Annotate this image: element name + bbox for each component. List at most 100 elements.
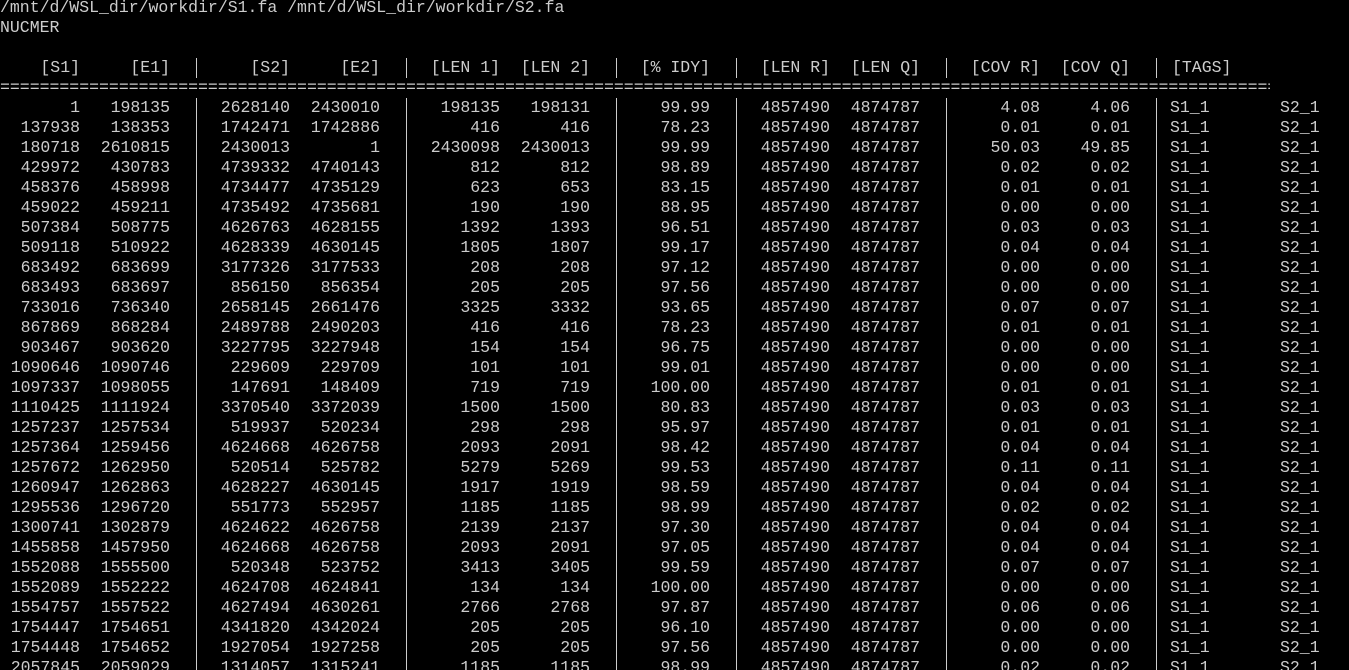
column-separator	[946, 118, 947, 138]
table-cell: 0.11	[1090, 458, 1130, 477]
column-separator	[196, 558, 197, 578]
column-separator	[1156, 258, 1157, 278]
column-separator	[946, 418, 947, 438]
column-separator	[736, 58, 737, 78]
column-separator	[406, 418, 407, 438]
column-separator	[196, 158, 197, 178]
table-cell: 0.07	[1090, 298, 1130, 317]
table-cell: S2_1	[1280, 658, 1320, 670]
column-separator	[616, 358, 617, 378]
column-separator	[406, 198, 407, 218]
table-cell: S2_1	[1280, 98, 1320, 117]
terminal-window[interactable]: /mnt/d/WSL_dir/workdir/S1.fa /mnt/d/WSL_…	[0, 0, 1349, 670]
column-separator	[736, 478, 737, 498]
table-row: 683493 683697 856150 856354 205 205 97.56 48574…	[0, 278, 1349, 298]
column-separator	[1156, 458, 1157, 478]
column-separator	[196, 298, 197, 318]
column-separator	[616, 478, 617, 498]
column-separator	[406, 278, 407, 298]
column-separator	[1156, 238, 1157, 258]
table-row: 1 198135 2628140 2430010 198135 198131 99.99 48…	[0, 98, 1349, 118]
table-row: 2057845 2059029 1314057 1315241 1185 1185 98.9…	[0, 658, 1349, 670]
column-separator	[406, 178, 407, 198]
column-separator	[406, 378, 407, 398]
column-separator	[946, 438, 947, 458]
table-cell: S2_1	[1280, 458, 1320, 477]
column-separator	[616, 538, 617, 558]
table-row: 1552088 1555500 520348 523752 3413 3405 99.59 4…	[0, 558, 1349, 578]
column-separator	[406, 578, 407, 598]
column-separator	[196, 278, 197, 298]
column-separator	[946, 638, 947, 658]
column-separator	[946, 138, 947, 158]
column-separator	[406, 498, 407, 518]
table-cell: S2_1	[1280, 138, 1320, 157]
column-separator	[946, 598, 947, 618]
column-separator	[616, 118, 617, 138]
column-separator	[736, 278, 737, 298]
column-separator	[406, 598, 407, 618]
column-separator	[736, 298, 737, 318]
column-separator	[946, 298, 947, 318]
column-separator	[946, 258, 947, 278]
table-cell: 0.04	[1090, 238, 1130, 257]
table-row: 509118 510922 4628339 4630145 1805 1807 99.17 4…	[0, 238, 1349, 258]
column-separator	[1156, 98, 1157, 118]
column-separator	[1156, 418, 1157, 438]
table-cell: 0.01	[1090, 118, 1130, 137]
table-row: 1295536 1296720 551773 552957 1185 1185 98.99 4…	[0, 498, 1349, 518]
column-separator	[736, 418, 737, 438]
column-separator	[616, 158, 617, 178]
table-cell: 0.01	[1090, 318, 1130, 337]
table-cell: 0.07	[1090, 558, 1130, 577]
table-row: 1257364 1259456 4624668 4626758 2093 2091 98.4…	[0, 438, 1349, 458]
column-separator	[1156, 358, 1157, 378]
table-cell: S2_1	[1280, 178, 1320, 197]
column-separator	[616, 598, 617, 618]
column-separator	[406, 238, 407, 258]
column-separator	[616, 418, 617, 438]
column-separator	[736, 158, 737, 178]
column-separator	[946, 498, 947, 518]
column-separator	[736, 358, 737, 378]
column-separator	[616, 378, 617, 398]
column-separator	[616, 638, 617, 658]
column-separator	[736, 238, 737, 258]
column-separator	[946, 458, 947, 478]
column-separator	[616, 558, 617, 578]
column-separator	[616, 138, 617, 158]
column-separator	[1156, 598, 1157, 618]
column-separator	[196, 458, 197, 478]
column-separator	[736, 98, 737, 118]
column-separator	[1156, 278, 1157, 298]
header-rule: ========================================…	[0, 78, 1270, 97]
table-row: 180718 2610815 2430013 1 2430098 2430013 99.99…	[0, 138, 1349, 158]
column-separator	[196, 118, 197, 138]
column-separator	[946, 218, 947, 238]
table-cell: S2_1	[1280, 278, 1320, 297]
table-row: 1260947 1262863 4628227 4630145 1917 1919 98.5…	[0, 478, 1349, 498]
table-cell: 0.04	[1090, 538, 1130, 557]
column-separator	[736, 558, 737, 578]
table-cell: 49.85	[1080, 138, 1130, 157]
column-separator	[946, 658, 947, 670]
column-header: [COV Q]	[1060, 58, 1130, 77]
table-row: 1090646 1090746 229609 229709 101 101 99.01 485…	[0, 358, 1349, 378]
column-separator	[1156, 658, 1157, 670]
table-cell: 0.01	[1090, 178, 1130, 197]
column-separator	[1156, 318, 1157, 338]
table-cell: 0.00	[1090, 578, 1130, 597]
column-separator	[196, 438, 197, 458]
column-separator	[946, 318, 947, 338]
column-separator	[616, 258, 617, 278]
column-separator	[616, 498, 617, 518]
column-separator	[946, 158, 947, 178]
table-cell: 0.00	[1090, 338, 1130, 357]
column-separator	[616, 518, 617, 538]
column-separator	[946, 478, 947, 498]
column-separator	[406, 478, 407, 498]
column-separator	[406, 458, 407, 478]
table-row: 1455858 1457950 4624668 4626758 2093 2091 97.0…	[0, 538, 1349, 558]
table-row: 1097337 1098055 147691 148409 719 719 100.00 48…	[0, 378, 1349, 398]
column-separator	[196, 218, 197, 238]
